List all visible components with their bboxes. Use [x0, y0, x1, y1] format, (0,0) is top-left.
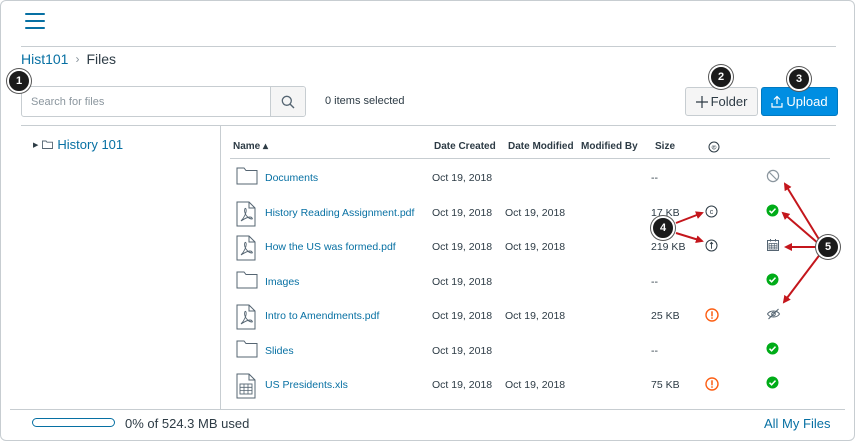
pdf-file-icon: [236, 201, 256, 230]
upload-icon: [771, 95, 783, 108]
pdf-file-icon: [236, 304, 256, 333]
plus-icon: [695, 95, 708, 108]
table-row[interactable]: US Presidents.xls Oct 19, 2018 Oct 19, 201…: [230, 366, 830, 401]
upload-label: Upload: [786, 94, 828, 109]
table-body: Documents Oct 19, 2018 -- History Reading A…: [230, 159, 830, 401]
file-name-link[interactable]: Documents: [265, 172, 318, 184]
callout-3: 3: [787, 67, 811, 91]
svg-text:©: ©: [712, 143, 717, 151]
callout-2: 2: [709, 65, 733, 89]
callout-5: 5: [816, 235, 840, 259]
hidden-eye-icon[interactable]: [766, 307, 781, 324]
file-name-link[interactable]: Images: [265, 276, 299, 288]
date-created: Oct 19, 2018: [432, 310, 493, 322]
file-name-link[interactable]: Slides: [265, 345, 294, 357]
folder-icon: [236, 166, 258, 188]
date-created: Oct 19, 2018: [432, 275, 493, 288]
file-size: 75 KB: [651, 379, 680, 391]
files-page: Hist101 › Files 0 items selected Folder …: [0, 0, 855, 441]
pdf-file-icon: [236, 235, 256, 264]
search-input[interactable]: [22, 87, 270, 116]
date-modified: Oct 19, 2018: [505, 379, 566, 391]
footer-divider: [10, 409, 845, 410]
file-size: --: [651, 344, 658, 357]
column-header-date-modified[interactable]: Date Modified: [508, 141, 574, 152]
published-icon[interactable]: [766, 376, 779, 392]
file-size: --: [651, 275, 658, 288]
callout-4: 4: [651, 216, 675, 240]
search-icon: [281, 95, 295, 108]
warning-icon[interactable]: [705, 308, 719, 325]
caret-right-icon[interactable]: ▶: [33, 141, 38, 149]
add-folder-label: Folder: [710, 94, 748, 109]
add-folder-button[interactable]: Folder: [685, 87, 758, 116]
date-created: Oct 19, 2018: [432, 344, 493, 357]
published-icon[interactable]: [766, 342, 779, 358]
folder-icon: [42, 140, 54, 149]
search-button[interactable]: [270, 87, 305, 116]
published-icon[interactable]: [766, 204, 779, 220]
table-row[interactable]: Documents Oct 19, 2018 --: [230, 159, 830, 194]
storage-usage-text: 0% of 524.3 MB used: [125, 416, 250, 431]
warning-icon[interactable]: [705, 377, 719, 394]
files-table: Name ▴ Date Created Date Modified Modifi…: [230, 134, 830, 401]
breadcrumb-current: Files: [86, 51, 117, 67]
chevron-right-icon: ›: [75, 52, 80, 66]
file-name-link[interactable]: How the US was formed.pdf: [265, 241, 396, 253]
header-divider: [21, 46, 836, 47]
table-header: Name ▴ Date Created Date Modified Modifi…: [230, 134, 830, 159]
selected-count: 0 items selected: [325, 95, 405, 107]
column-header-size[interactable]: Size: [655, 141, 675, 152]
column-header-name[interactable]: Name ▴: [233, 141, 268, 152]
callout-1: 1: [7, 69, 31, 93]
tree-item-history-101[interactable]: ▶ History 101: [33, 137, 123, 152]
date-modified: Oct 19, 2018: [505, 310, 566, 322]
file-size: 219 KB: [651, 241, 686, 253]
usage-rights-header-icon[interactable]: ©: [708, 141, 720, 156]
file-name-link[interactable]: History Reading Assignment.pdf: [265, 207, 414, 219]
published-icon[interactable]: [766, 273, 779, 289]
table-row[interactable]: History Reading Assignment.pdf Oct 19, 20…: [230, 194, 830, 229]
column-header-date-created[interactable]: Date Created: [434, 141, 496, 152]
breadcrumb-course-link[interactable]: Hist101: [21, 51, 68, 67]
spreadsheet-file-icon: [236, 373, 256, 402]
tree-item-label: History 101: [57, 137, 124, 152]
file-size: 25 KB: [651, 310, 680, 322]
hamburger-menu-icon[interactable]: [25, 13, 45, 29]
table-row[interactable]: Images Oct 19, 2018 --: [230, 263, 830, 298]
calendar-icon[interactable]: [766, 238, 780, 255]
breadcrumb: Hist101 › Files: [21, 51, 116, 67]
table-row[interactable]: Intro to Amendments.pdf Oct 19, 2018 Oct 1…: [230, 297, 830, 332]
date-modified: Oct 19, 2018: [505, 206, 566, 219]
file-size: --: [651, 172, 658, 184]
file-name-link[interactable]: US Presidents.xls: [265, 379, 348, 391]
unpublished-icon[interactable]: [766, 169, 780, 186]
storage-usage-bar: [32, 418, 115, 427]
folder-tree: ▶ History 101: [21, 126, 221, 409]
table-row[interactable]: How the US was formed.pdf Oct 19, 2018 Oct…: [230, 228, 830, 263]
date-created: Oct 19, 2018: [432, 172, 493, 184]
fair-use-icon[interactable]: [705, 239, 718, 255]
date-modified: Oct 19, 2018: [505, 241, 566, 253]
date-created: Oct 19, 2018: [432, 379, 493, 391]
all-my-files-link[interactable]: All My Files: [764, 416, 830, 431]
date-created: Oct 19, 2018: [432, 241, 493, 253]
copyright-icon[interactable]: c: [705, 205, 718, 221]
table-row[interactable]: Slides Oct 19, 2018 --: [230, 332, 830, 367]
svg-text:c: c: [710, 209, 714, 216]
folder-icon: [236, 339, 258, 361]
upload-button[interactable]: Upload: [761, 87, 838, 116]
column-header-modified-by[interactable]: Modified By: [581, 141, 638, 152]
search-box: [21, 86, 306, 117]
file-name-link[interactable]: Intro to Amendments.pdf: [265, 310, 379, 322]
date-created: Oct 19, 2018: [432, 206, 493, 219]
folder-icon: [236, 270, 258, 292]
